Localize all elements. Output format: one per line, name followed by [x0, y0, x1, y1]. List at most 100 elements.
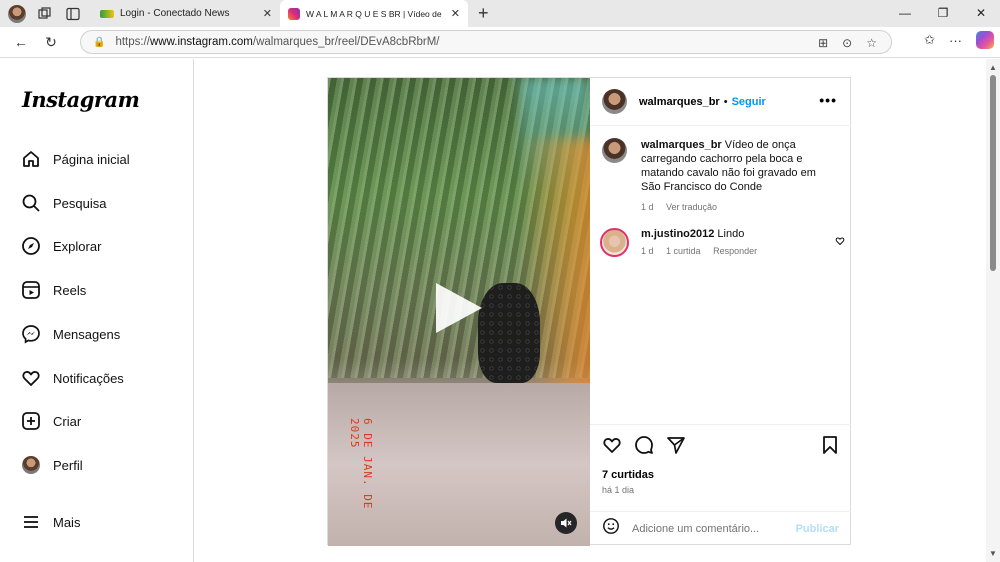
refresh-button[interactable]: ↻	[36, 34, 66, 51]
sidebar-item-messages[interactable]: Mensagens	[20, 321, 120, 347]
post-actions: 7 curtidas há 1 dia Adicione um comentár…	[590, 424, 851, 544]
sidebar-item-search[interactable]: Pesquisa	[20, 190, 106, 216]
comment-time: 1 d	[641, 246, 654, 256]
app-available-icon[interactable]: ⊞	[818, 36, 828, 50]
jaguar-figure	[478, 283, 540, 383]
plus-square-icon	[20, 410, 42, 432]
search-icon	[20, 192, 42, 214]
reels-icon	[20, 279, 42, 301]
compass-icon	[20, 235, 42, 257]
heart-icon	[20, 367, 42, 389]
reel-post: 6 DE JAN. DE 2025 walmarques_br • Seguir…	[327, 77, 851, 546]
scrollbar-thumb[interactable]	[990, 75, 996, 271]
add-comment-bar: Adicione um comentário... Publicar	[590, 511, 851, 545]
sidebar-item-create[interactable]: Criar	[20, 408, 81, 434]
sidebar-item-label: Pesquisa	[53, 195, 107, 211]
instagram-favicon	[288, 7, 300, 20]
like-heart-icon[interactable]	[602, 435, 622, 460]
sidebar-item-label: Criar	[53, 413, 82, 429]
comment-item: m.justino2012 Lindo 1 d 1 curtida Respon…	[600, 228, 845, 257]
site-info-icon[interactable]: 🔒	[93, 37, 105, 48]
play-icon[interactable]	[436, 283, 482, 333]
publish-button[interactable]: Publicar	[796, 523, 839, 535]
minimize-button[interactable]: —	[886, 0, 924, 27]
sidebar-item-label: Explorar	[53, 238, 102, 254]
sidebar-item-label: Reels	[53, 282, 87, 298]
tab-title: W A L M A R Q U E S BR | Vídeo de	[306, 8, 442, 19]
sidebar-item-more[interactable]: Mais	[20, 509, 80, 535]
tab-title: Login - Conectado News	[120, 8, 230, 19]
favorite-star-icon[interactable]: ☆	[866, 36, 877, 50]
url-scheme: https://	[115, 36, 150, 48]
workspaces-icon[interactable]	[34, 3, 56, 25]
tab-conectado-news[interactable]: Login - Conectado News ✕	[92, 0, 280, 27]
sidebar-item-label: Mais	[53, 514, 81, 530]
vertical-tabs-icon[interactable]	[62, 3, 84, 25]
page-scrollbar[interactable]: ▲ ▼	[986, 59, 1000, 562]
emoji-icon[interactable]	[602, 517, 620, 540]
sidebar-item-label: Notificações	[53, 370, 124, 386]
close-window-button[interactable]: ✕	[962, 0, 1000, 27]
video-date-stamp: 6 DE JAN. DE 2025	[348, 418, 374, 510]
bookmark-icon[interactable]	[821, 435, 839, 460]
sidebar-item-profile[interactable]: Perfil	[20, 452, 83, 478]
post-time: há 1 dia	[602, 485, 635, 495]
caption-time: 1 d	[641, 202, 654, 212]
sidebar-item-notifications[interactable]: Notificações	[20, 365, 124, 391]
post-details-panel: walmarques_br • Seguir ••• walmarques_br…	[590, 78, 851, 544]
maximize-button[interactable]: ❐	[924, 0, 962, 27]
extension-icon[interactable]: ⊙	[842, 36, 852, 50]
profile-avatar[interactable]	[6, 3, 28, 25]
reel-video[interactable]: 6 DE JAN. DE 2025	[328, 78, 590, 546]
close-icon[interactable]: ✕	[263, 7, 272, 20]
home-icon	[20, 148, 42, 170]
caption-username[interactable]: walmarques_br	[641, 139, 722, 151]
caption-avatar[interactable]	[602, 138, 627, 163]
address-toolbar: ← ↻ 🔒 https://www.instagram.com/walmarqu…	[0, 27, 1000, 58]
settings-more-icon[interactable]: ···	[949, 33, 962, 48]
url-host: www.instagram.com	[149, 36, 253, 48]
comment-likes[interactable]: 1 curtida	[666, 246, 701, 256]
address-bar[interactable]: 🔒 https://www.instagram.com/walmarques_b…	[80, 30, 892, 54]
add-comment-input[interactable]: Adicione um comentário...	[632, 523, 796, 535]
follow-button[interactable]: Seguir	[732, 96, 766, 108]
tab-instagram[interactable]: W A L M A R Q U E S BR | Vídeo de ✕	[280, 0, 468, 27]
sidebar-item-label: Página inicial	[53, 151, 130, 167]
mute-button[interactable]	[555, 512, 577, 534]
window-controls: — ❐ ✕	[886, 0, 1000, 27]
conectado-favicon	[100, 9, 114, 18]
comment-like-heart-icon[interactable]	[835, 236, 845, 249]
favorites-icon[interactable]: ✩	[924, 32, 935, 48]
scroll-down-icon[interactable]: ▼	[989, 549, 997, 558]
comment-text: Lindo	[714, 228, 745, 240]
avatar	[20, 454, 42, 476]
more-options-button[interactable]: •••	[819, 92, 837, 108]
sidebar-item-explore[interactable]: Explorar	[20, 233, 101, 259]
comment-username[interactable]: m.justino2012	[641, 228, 714, 240]
sidebar-item-home[interactable]: Página inicial	[20, 146, 130, 172]
back-button[interactable]: ←	[6, 34, 36, 50]
scroll-up-icon[interactable]: ▲	[989, 63, 997, 72]
reply-link[interactable]: Responder	[713, 246, 757, 256]
comment-bubble-icon[interactable]	[634, 435, 654, 460]
copilot-icon[interactable]	[976, 31, 994, 49]
menu-icon	[20, 511, 42, 533]
see-translation-link[interactable]: Ver tradução	[666, 202, 717, 212]
instagram-logo[interactable]: Instagram	[22, 87, 140, 112]
post-caption: walmarques_br Vídeo de onça carregando c…	[602, 138, 842, 214]
share-send-icon[interactable]	[666, 435, 686, 460]
speaker-muted-icon	[561, 518, 572, 528]
new-tab-button[interactable]: +	[478, 3, 489, 24]
url-path: /walmarques_br/reel/DEvA8cbRbrM/	[252, 36, 440, 48]
likes-count[interactable]: 7 curtidas	[602, 469, 654, 481]
sidebar-item-reels[interactable]: Reels	[20, 277, 86, 303]
commenter-avatar[interactable]	[600, 228, 629, 257]
browser-tab-bar: Login - Conectado News ✕ W A L M A R Q U…	[0, 0, 1000, 27]
post-header: walmarques_br • Seguir •••	[590, 78, 851, 126]
instagram-sidebar: Instagram Página inicial Pesquisa Explor…	[0, 59, 194, 562]
sidebar-item-label: Perfil	[53, 457, 83, 473]
author-username[interactable]: walmarques_br	[639, 96, 720, 108]
close-icon[interactable]: ✕	[451, 7, 460, 20]
author-avatar[interactable]	[602, 89, 627, 114]
sidebar-item-label: Mensagens	[53, 326, 121, 342]
